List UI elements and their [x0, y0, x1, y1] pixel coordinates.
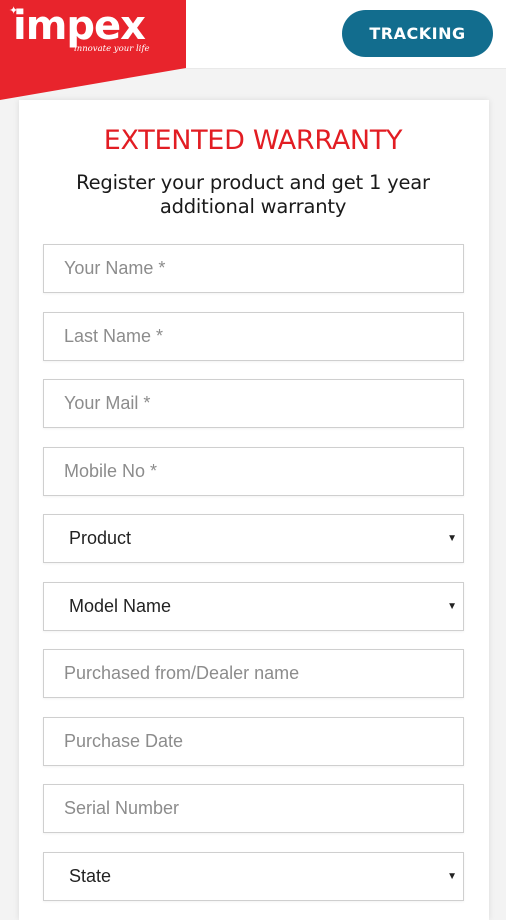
last-name-input[interactable]	[44, 313, 463, 360]
first-name-field[interactable]	[43, 244, 464, 293]
mobile-input[interactable]	[44, 448, 463, 495]
last-name-field[interactable]	[43, 312, 464, 361]
model-select-value: Model Name	[69, 596, 172, 616]
model-select[interactable]: Model Name ▼	[43, 582, 464, 631]
product-select-value: Product	[69, 528, 132, 548]
serial-number-input[interactable]	[44, 785, 463, 832]
product-select[interactable]: Product ▼	[43, 514, 464, 563]
first-name-input[interactable]	[44, 245, 463, 292]
dealer-field[interactable]	[43, 649, 464, 698]
form-title: EXTENTED WARRANTY	[103, 125, 403, 156]
caret-down-icon: ▼	[447, 533, 457, 544]
serial-number-field[interactable]	[43, 784, 464, 833]
state-select[interactable]: State ▼	[43, 852, 464, 901]
purchase-date-field[interactable]	[43, 717, 464, 766]
form-subtitle: Register your product and get 1 year add…	[76, 171, 430, 218]
purchase-date-input[interactable]	[44, 718, 463, 765]
state-select-value: State	[69, 866, 112, 886]
caret-down-icon: ▼	[447, 601, 457, 612]
dealer-input[interactable]	[44, 650, 463, 697]
email-field[interactable]	[43, 379, 464, 428]
logo-tagline: innovate your life	[74, 44, 150, 54]
logo-wordmark: impex	[13, 3, 146, 49]
email-input[interactable]	[44, 380, 463, 427]
mobile-field[interactable]	[43, 447, 464, 496]
tracking-button[interactable]: TRACKING	[342, 10, 493, 57]
top-header: ✦ impex innovate your life TRACKING	[0, 0, 506, 100]
impex-logo[interactable]: ✦ impex innovate your life	[0, 0, 186, 100]
caret-down-icon: ▼	[447, 871, 457, 882]
